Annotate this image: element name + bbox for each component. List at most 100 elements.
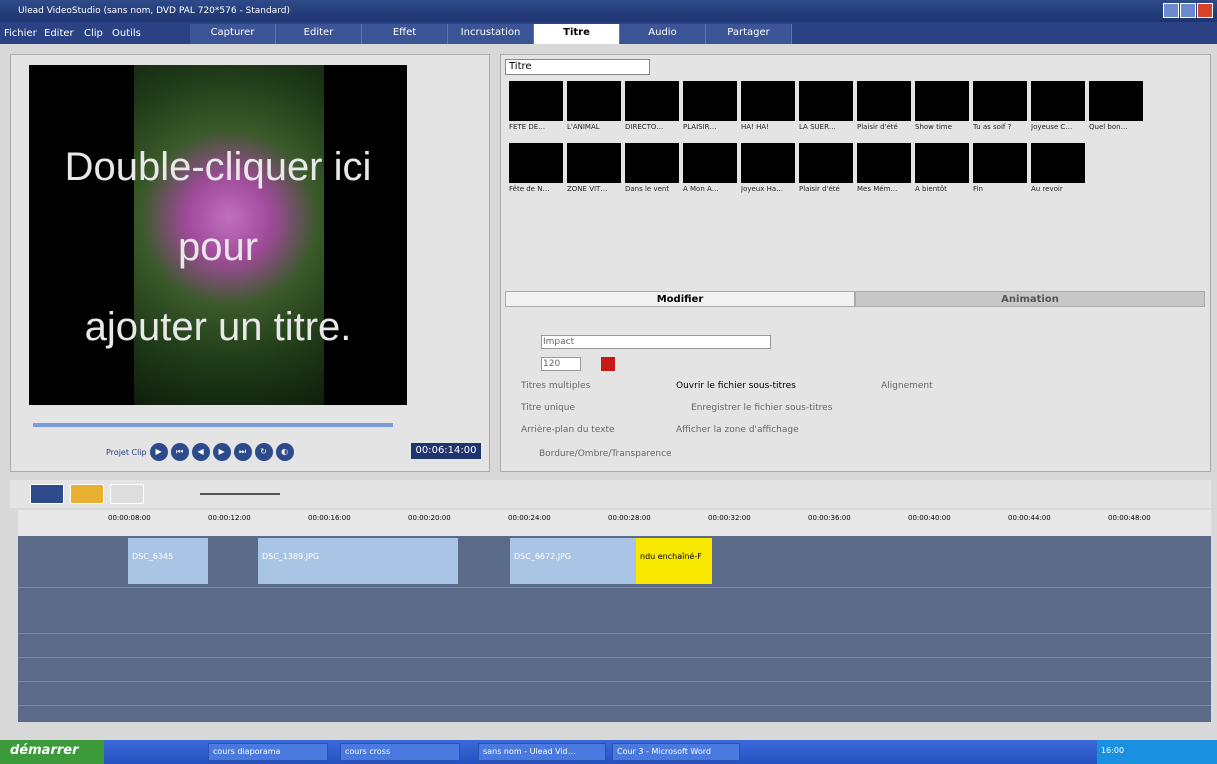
- end-icon[interactable]: ⏭: [233, 443, 252, 461]
- storyboard-view-button[interactable]: [30, 484, 64, 504]
- thumbnail-label: Mes Mém…: [857, 185, 898, 193]
- color-swatch[interactable]: [601, 357, 615, 371]
- tab-titre[interactable]: Titre: [534, 24, 620, 44]
- ruler-tick-label: 00:00:28:00: [608, 514, 651, 522]
- tab-effet[interactable]: Effet: [362, 24, 448, 44]
- title-thumbnail[interactable]: DIRECTO…: [625, 81, 679, 131]
- thumbnail-label: Quel bon…: [1089, 123, 1128, 131]
- playback-controls: Projet Clip ▶ ⏮ ◀ ▶ ⏭ ↻ ◐: [106, 443, 294, 461]
- preview-window[interactable]: Double-cliquer ici pour ajouter un titre…: [29, 65, 407, 405]
- thumbnail-label: DIRECTO…: [625, 123, 664, 131]
- tab-audio[interactable]: Audio: [620, 24, 706, 44]
- minimize-button[interactable]: [1163, 3, 1179, 18]
- close-button[interactable]: [1197, 3, 1213, 18]
- preview-text-line2[interactable]: pour: [29, 225, 407, 270]
- repeat-icon[interactable]: ↻: [254, 443, 273, 461]
- thumbnail-label: Fête de N…: [509, 185, 550, 193]
- start-button[interactable]: démarrer: [0, 740, 104, 764]
- volume-icon[interactable]: ◐: [275, 443, 294, 461]
- border-shadow-button[interactable]: Bordure/Ombre/Transparence: [539, 449, 672, 459]
- thumbnail-label: A bientôt: [915, 185, 947, 193]
- alignment-label: Alignement: [881, 381, 933, 391]
- tab-animation[interactable]: Animation: [855, 291, 1205, 307]
- title-thumbnail[interactable]: A bientôt: [915, 143, 969, 193]
- single-title-radio[interactable]: Titre unique: [521, 403, 575, 413]
- title-thumbnail[interactable]: HA! HA!: [741, 81, 795, 131]
- music-track[interactable]: [18, 682, 1211, 706]
- timecode[interactable]: 00:06:14:00: [411, 443, 481, 459]
- title-thumbnail[interactable]: Plaisir d'été: [799, 143, 853, 193]
- scrub-bar[interactable]: [33, 423, 393, 427]
- font-select[interactable]: Impact: [541, 335, 771, 349]
- zoom-slider[interactable]: [200, 493, 280, 495]
- ruler-tick-label: 00:00:40:00: [908, 514, 951, 522]
- clock: 16:00: [1101, 746, 1125, 755]
- timeline-view-button[interactable]: [70, 484, 104, 504]
- title-thumbnail[interactable]: Joyeuse C…: [1031, 81, 1085, 131]
- title-thumbnail[interactable]: L'ANIMAL: [567, 81, 621, 131]
- text-bg-checkbox[interactable]: Arrière-plan du texte: [521, 425, 615, 435]
- menu-clip[interactable]: Clip: [84, 28, 103, 39]
- tab-capturer[interactable]: Capturer: [190, 24, 276, 44]
- title-thumbnail[interactable]: Plaisir d'été: [857, 81, 911, 131]
- timeline-ruler[interactable]: 00:00:08:00 00:00:12:00 00:00:16:00 00:00:2…: [18, 510, 1211, 536]
- preview-text-line3[interactable]: ajouter un titre.: [29, 305, 407, 350]
- ruler-tick-label: 00:00:08:00: [108, 514, 151, 522]
- title-thumbnail[interactable]: Show time: [915, 81, 969, 131]
- clip-3[interactable]: DSC_6672.JPG: [510, 538, 636, 584]
- title-thumbnail[interactable]: Tu as soif ?: [973, 81, 1027, 131]
- play-mode-label[interactable]: Projet Clip: [106, 448, 147, 457]
- home-icon[interactable]: ⏮: [170, 443, 189, 461]
- title-thumbnail[interactable]: Joyeux Ha…: [741, 143, 795, 193]
- clip-2[interactable]: DSC_1389.JPG: [258, 538, 458, 584]
- title-thumbnails: FETE DE… L'ANIMAL DIRECTO… PLAISIR… HA! HA! L…: [509, 81, 1143, 201]
- thumbnail-label: Show time: [915, 123, 952, 131]
- title-thumbnail[interactable]: Fête de N…: [509, 143, 563, 193]
- ruler-tick-label: 00:00:12:00: [208, 514, 251, 522]
- title-thumbnail[interactable]: LA SUER…: [799, 81, 853, 131]
- title-thumbnail[interactable]: Fin: [973, 143, 1027, 193]
- timeline-toolbar: [10, 480, 1211, 508]
- video-track[interactable]: DSC_6345 DSC_1389.JPG DSC_6672.JPG ndu e…: [18, 536, 1211, 588]
- menu-editer[interactable]: Editer: [44, 28, 74, 39]
- overlay-track[interactable]: [18, 588, 1211, 634]
- maximize-button[interactable]: [1180, 3, 1196, 18]
- taskbar-item-3[interactable]: sans nom - Ulead Vid…: [478, 743, 606, 761]
- menu-outils[interactable]: Outils: [112, 28, 141, 39]
- title-thumbnail[interactable]: Quel bon…: [1089, 81, 1143, 131]
- title-thumbnail[interactable]: ZONE VIT…: [567, 143, 621, 193]
- tab-incrustation[interactable]: Incrustation: [448, 24, 534, 44]
- tab-partager[interactable]: Partager: [706, 24, 792, 44]
- thumbnail-label: Plaisir d'été: [857, 123, 898, 131]
- title-thumbnail[interactable]: A Mon A…: [683, 143, 737, 193]
- tab-editer[interactable]: Editer: [276, 24, 362, 44]
- title-thumbnail[interactable]: Au revoir: [1031, 143, 1085, 193]
- preview-text-line1[interactable]: Double-cliquer ici: [29, 145, 407, 190]
- menu-fichier[interactable]: Fichier: [4, 28, 37, 39]
- clip-transition[interactable]: ndu enchaîné-F: [636, 538, 712, 584]
- taskbar-item-2[interactable]: cours cross: [340, 743, 460, 761]
- multi-title-radio[interactable]: Titres multiples: [521, 381, 590, 391]
- open-subtitles-button[interactable]: Ouvrir le fichier sous-titres: [676, 381, 796, 391]
- taskbar-item-1[interactable]: cours diaporama: [208, 743, 328, 761]
- audio-view-button[interactable]: [110, 484, 144, 504]
- library-category-select[interactable]: Titre: [505, 59, 650, 75]
- title-thumbnail[interactable]: Dans le vent: [625, 143, 679, 193]
- prev-frame-icon[interactable]: ◀: [191, 443, 210, 461]
- save-subtitles-button[interactable]: Enregistrer le fichier sous-titres: [691, 403, 832, 413]
- size-select[interactable]: 120: [541, 357, 581, 371]
- title-thumbnail[interactable]: Mes Mém…: [857, 143, 911, 193]
- taskbar-item-4[interactable]: Cour 3 - Microsoft Word: [612, 743, 740, 761]
- thumbnail-label: LA SUER…: [799, 123, 836, 131]
- clip-1[interactable]: DSC_6345: [128, 538, 208, 584]
- play-icon[interactable]: ▶: [149, 443, 168, 461]
- safe-area-checkbox[interactable]: Afficher la zone d'affichage: [676, 425, 799, 435]
- thumbnail-label: Au revoir: [1031, 185, 1063, 193]
- voice-track[interactable]: [18, 658, 1211, 682]
- title-track[interactable]: [18, 634, 1211, 658]
- title-thumbnail[interactable]: FETE DE…: [509, 81, 563, 131]
- next-frame-icon[interactable]: ▶: [212, 443, 231, 461]
- tab-modifier[interactable]: Modifier: [505, 291, 855, 307]
- title-thumbnail[interactable]: PLAISIR…: [683, 81, 737, 131]
- library-panel: Titre FETE DE… L'ANIMAL DIRECTO… PLAISIR… HA…: [500, 54, 1211, 472]
